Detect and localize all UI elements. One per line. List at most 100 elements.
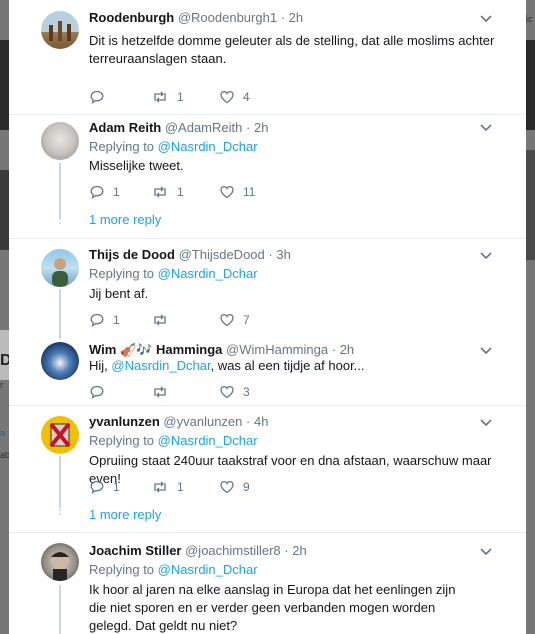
thread-line <box>59 163 61 218</box>
retweet-count: 1 <box>177 480 184 494</box>
mention-link[interactable]: @Nasrdin_Dchar <box>158 433 258 448</box>
chevron-down-icon[interactable] <box>479 251 493 261</box>
like-button[interactable]: 11 <box>219 183 255 201</box>
tweet-actions: 1 1 11 <box>89 183 389 201</box>
user-name[interactable]: Joachim Stiller <box>89 543 181 558</box>
user-name[interactable]: Roodenburgh <box>89 10 174 25</box>
heart-icon <box>220 90 234 104</box>
reply-tweet[interactable]: Wim 🎻🎶 Hamminga @WimHamminga · 2h Hij, @… <box>9 339 526 405</box>
name-emoji: 🎻🎶 <box>119 342 153 357</box>
background-page-left: De r a ab <box>0 0 20 634</box>
like-count: 9 <box>243 480 250 494</box>
user-name[interactable]: Wim <box>89 342 116 357</box>
tweet-text: Dit is hetzelfde domme geleuter als de s… <box>89 33 495 66</box>
tweet-text: Misselijke tweet. <box>89 158 184 173</box>
heart-icon <box>220 480 234 494</box>
user-name-suffix[interactable]: Hamminga <box>156 342 222 357</box>
tweet-header: Adam Reith @AdamReith · 2h <box>89 120 269 135</box>
tweet-header: yvanlunzen @yvanlunzen · 4h <box>89 414 269 429</box>
chevron-down-icon[interactable] <box>479 547 493 557</box>
user-name[interactable]: yvanlunzen <box>89 414 160 429</box>
reply-button[interactable] <box>89 88 113 106</box>
chevron-down-icon[interactable] <box>479 14 493 24</box>
reply-tweet[interactable]: Adam Reith @AdamReith · 2h Replying to @… <box>9 115 526 239</box>
tweet-time[interactable]: 2h <box>289 10 303 25</box>
tweet-header: Joachim Stiller @joachimstiller8 · 2h <box>89 543 307 558</box>
tweet-time[interactable]: 2h <box>340 342 354 357</box>
chevron-down-icon[interactable] <box>479 418 493 428</box>
reply-button[interactable]: 1 <box>89 183 120 201</box>
heart-icon <box>220 313 234 327</box>
replying-to: Replying to @Nasrdin_Dchar <box>89 139 258 155</box>
replying-to: Replying to @Nasrdin_Dchar <box>89 433 258 449</box>
avatar[interactable] <box>41 342 79 380</box>
mention-link[interactable]: @Nasrdin_Dchar <box>111 358 210 373</box>
mention-link[interactable]: @Nasrdin_Dchar <box>158 562 258 577</box>
chevron-down-icon[interactable] <box>479 123 493 133</box>
replying-label: Replying to <box>89 433 155 448</box>
tweet-time[interactable]: 4h <box>254 414 268 429</box>
reply-tweet[interactable]: Roodenburgh @Roodenburgh1 · 2h Dit is he… <box>9 0 526 115</box>
tweet-time[interactable]: 3h <box>276 247 290 262</box>
avatar[interactable] <box>41 249 79 287</box>
user-handle[interactable]: @ThijsdeDood <box>179 247 265 262</box>
avatar[interactable] <box>41 122 79 160</box>
more-replies-link[interactable]: 1 more reply <box>89 507 161 523</box>
avatar[interactable] <box>41 11 79 49</box>
more-replies-link[interactable]: 1 more reply <box>89 212 161 228</box>
like-button[interactable]: 3 <box>219 383 250 401</box>
tweet-header: Wim 🎻🎶 Hamminga @WimHamminga · 2h <box>89 342 355 357</box>
like-button[interactable]: 4 <box>219 88 250 106</box>
thread-line <box>59 456 61 508</box>
tweet-actions: 1 4 <box>89 88 389 106</box>
retweet-button[interactable]: 1 <box>151 183 184 201</box>
reply-tweet[interactable]: Thijs de Dood @ThijsdeDood · 3h Replying… <box>9 239 526 339</box>
retweet-icon <box>154 91 166 103</box>
replying-to: Replying to @Nasrdin_Dchar <box>89 562 258 578</box>
user-handle[interactable]: @joachimstiller8 <box>185 543 281 558</box>
reply-icon <box>90 385 104 400</box>
heart-icon <box>220 385 234 399</box>
reply-button[interactable] <box>89 383 113 401</box>
like-button[interactable]: 7 <box>219 311 250 329</box>
user-name[interactable]: Thijs de Dood <box>89 247 175 262</box>
mention-link[interactable]: @Nasrdin_Dchar <box>158 266 258 281</box>
like-count: 3 <box>243 385 250 399</box>
reply-tweet[interactable]: Joachim Stiller @joachimstiller8 · 2h Re… <box>9 533 526 634</box>
reply-tweet[interactable]: yvanlunzen @yvanlunzen · 4h Replying to … <box>9 406 526 532</box>
retweet-button[interactable]: 1 <box>151 478 184 496</box>
like-count: 4 <box>243 90 250 104</box>
like-button[interactable]: 9 <box>219 478 250 496</box>
tweet-time[interactable]: 2h <box>254 120 268 135</box>
reply-count: 1 <box>113 313 120 327</box>
chevron-down-icon[interactable] <box>479 346 493 356</box>
reply-count: 1 <box>113 185 120 199</box>
replying-to: Replying to @Nasrdin_Dchar <box>89 266 258 282</box>
retweet-button[interactable] <box>151 383 177 401</box>
avatar[interactable] <box>41 416 79 454</box>
like-count: 7 <box>243 313 250 327</box>
retweet-button[interactable] <box>151 311 177 329</box>
user-handle[interactable]: @WimHamminga <box>226 342 328 357</box>
mention-link[interactable]: @Nasrdin_Dchar <box>158 139 258 154</box>
reply-button[interactable]: 1 <box>89 311 120 329</box>
retweet-icon <box>154 186 166 198</box>
user-handle[interactable]: @AdamReith <box>165 120 243 135</box>
tweet-text: Ik hoor al jaren na elke aanslag in Euro… <box>89 582 456 633</box>
reply-icon <box>90 185 104 200</box>
retweet-count: 1 <box>177 185 184 199</box>
conversation-modal: Roodenburgh @Roodenburgh1 · 2h Dit is he… <box>9 0 526 634</box>
thread-dots-icon <box>59 505 61 515</box>
user-handle[interactable]: @Roodenburgh1 <box>178 10 277 25</box>
retweet-count: 1 <box>177 90 184 104</box>
heart-icon <box>220 185 234 199</box>
tweet-actions: 1 1 9 <box>89 478 389 496</box>
avatar[interactable] <box>41 543 79 581</box>
tweet-time[interactable]: 2h <box>292 543 306 558</box>
tweet-text: Hij, @Nasrdin_Dchar, was al een tijdje a… <box>89 357 499 375</box>
retweet-button[interactable]: 1 <box>151 88 184 106</box>
retweet-icon <box>154 314 166 326</box>
user-name[interactable]: Adam Reith <box>89 120 161 135</box>
user-handle[interactable]: @yvanlunzen <box>163 414 242 429</box>
reply-button[interactable]: 1 <box>89 478 120 496</box>
